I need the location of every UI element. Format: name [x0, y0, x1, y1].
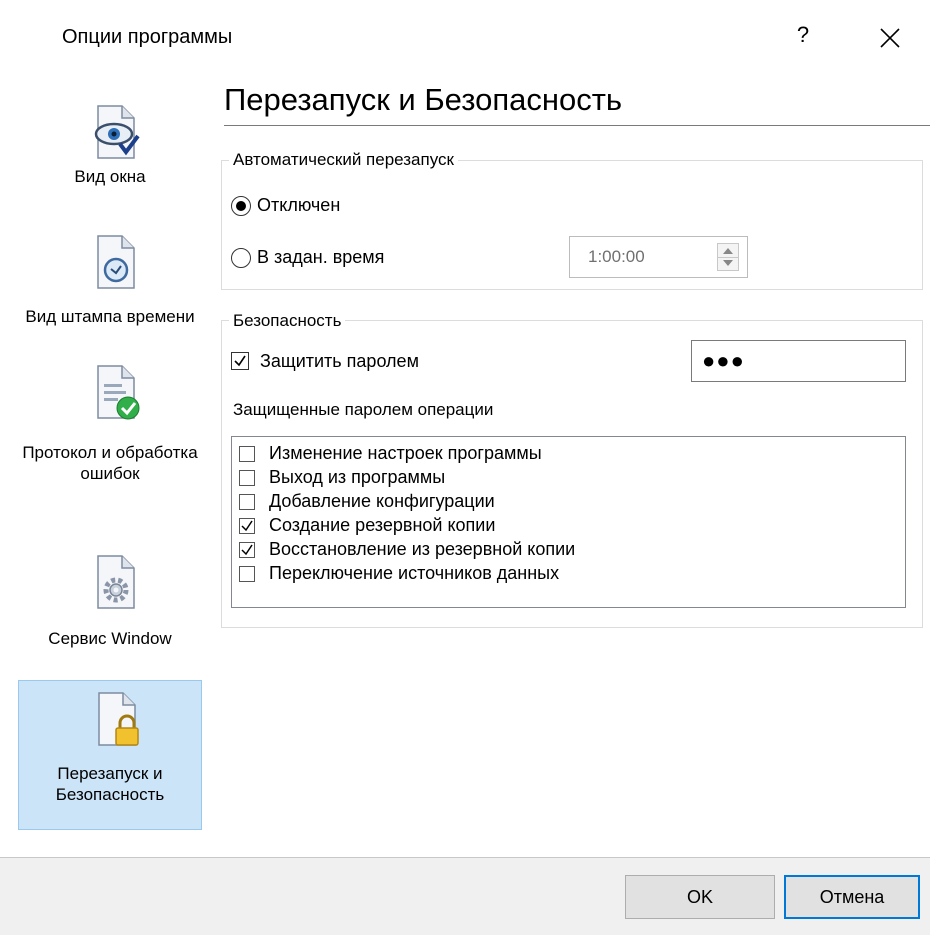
cancel-button[interactable]: Отмена: [784, 875, 920, 919]
list-item-label: Создание резервной копии: [269, 515, 496, 535]
title-bar: Опции программы ?: [0, 0, 930, 78]
sidebar-item-label: Сервис Window: [48, 629, 172, 648]
sidebar-item-label: Перезапуск и Безопасность: [55, 764, 165, 804]
password-value: ●●●: [702, 348, 745, 373]
list-item-label: Добавление конфигурации: [269, 491, 495, 511]
spin-buttons[interactable]: [717, 243, 739, 271]
list-item-checkbox[interactable]: [239, 494, 255, 510]
radio-restart-off[interactable]: [231, 196, 251, 216]
restart-group-title: Автоматический перезапуск: [229, 150, 458, 170]
list-item-checkbox[interactable]: [239, 470, 255, 486]
radio-selected-dot: [236, 201, 246, 211]
list-item-label: Изменение настроек программы: [269, 443, 542, 463]
protected-operations-list[interactable]: Изменение настроек программы Выход из пр…: [231, 436, 906, 608]
checkmark-icon: [234, 355, 246, 367]
clock-document-icon: [97, 235, 135, 289]
sidebar-item-label: Вид штампа времени: [25, 307, 195, 326]
eye-document-icon: [94, 105, 140, 159]
list-item[interactable]: Переключение источников данных: [239, 563, 879, 587]
checkmark-icon: [241, 520, 253, 532]
heading-divider: [224, 125, 930, 126]
list-item[interactable]: Восстановление из резервной копии: [239, 539, 879, 563]
restart-time-value: 1:00:00: [588, 247, 645, 266]
list-item-label: Выход из программы: [269, 467, 446, 487]
spin-down-icon[interactable]: [723, 260, 733, 266]
sidebar-item-timestamp-view[interactable]: Вид штампа времени: [18, 234, 202, 354]
protected-ops-label: Защищенные паролем операции: [233, 400, 494, 419]
lock-document-icon: [98, 692, 139, 746]
close-icon: [880, 28, 900, 48]
list-item-label: Переключение источников данных: [269, 563, 560, 583]
sidebar-item-label: Протокол и обработка ошибок: [22, 443, 198, 483]
sidebar: Вид окна Вид штампа времени Протокол и о…: [0, 78, 214, 858]
list-item-checkbox[interactable]: [239, 446, 255, 462]
list-item-checkbox[interactable]: [239, 518, 255, 534]
radio-restart-off-label[interactable]: Отключен: [257, 195, 340, 216]
sidebar-item-window-view[interactable]: Вид окна: [18, 84, 202, 204]
ok-button[interactable]: OK: [625, 875, 775, 919]
page-title: Перезапуск и Безопасность: [224, 82, 623, 117]
radio-restart-scheduled-label[interactable]: В задан. время: [257, 247, 384, 268]
password-field[interactable]: ●●●: [691, 340, 906, 382]
list-item[interactable]: Выход из программы: [239, 467, 879, 491]
security-group-title: Безопасность: [229, 311, 346, 331]
sidebar-item-log-errors[interactable]: Протокол и обработка ошибок: [18, 364, 202, 524]
checkmark-icon: [241, 544, 253, 556]
check-document-icon: [97, 365, 140, 420]
list-item-checkbox[interactable]: [239, 566, 255, 582]
help-button[interactable]: ?: [788, 22, 818, 48]
radio-restart-scheduled[interactable]: [231, 248, 251, 268]
list-item[interactable]: Изменение настроек программы: [239, 443, 879, 467]
list-item[interactable]: Добавление конфигурации: [239, 491, 879, 515]
close-button[interactable]: [870, 18, 910, 58]
list-item-label: Восстановление из резервной копии: [269, 539, 576, 559]
protect-password-checkbox[interactable]: [231, 352, 249, 370]
spin-up-icon[interactable]: [723, 248, 733, 254]
sidebar-item-label: Вид окна: [74, 167, 146, 186]
gear-document-icon: [97, 555, 135, 609]
restart-time-stepper[interactable]: 1:00:00: [569, 236, 748, 278]
dialog-footer: OK Отмена: [0, 858, 930, 935]
protect-password-label[interactable]: Защитить паролем: [260, 351, 419, 372]
window-title: Опции программы: [62, 26, 233, 48]
list-item-checkbox[interactable]: [239, 542, 255, 558]
sidebar-item-service-window[interactable]: Сервис Window: [18, 554, 202, 674]
list-item[interactable]: Создание резервной копии: [239, 515, 879, 539]
sidebar-item-restart-security[interactable]: Перезапуск и Безопасность: [18, 680, 202, 830]
